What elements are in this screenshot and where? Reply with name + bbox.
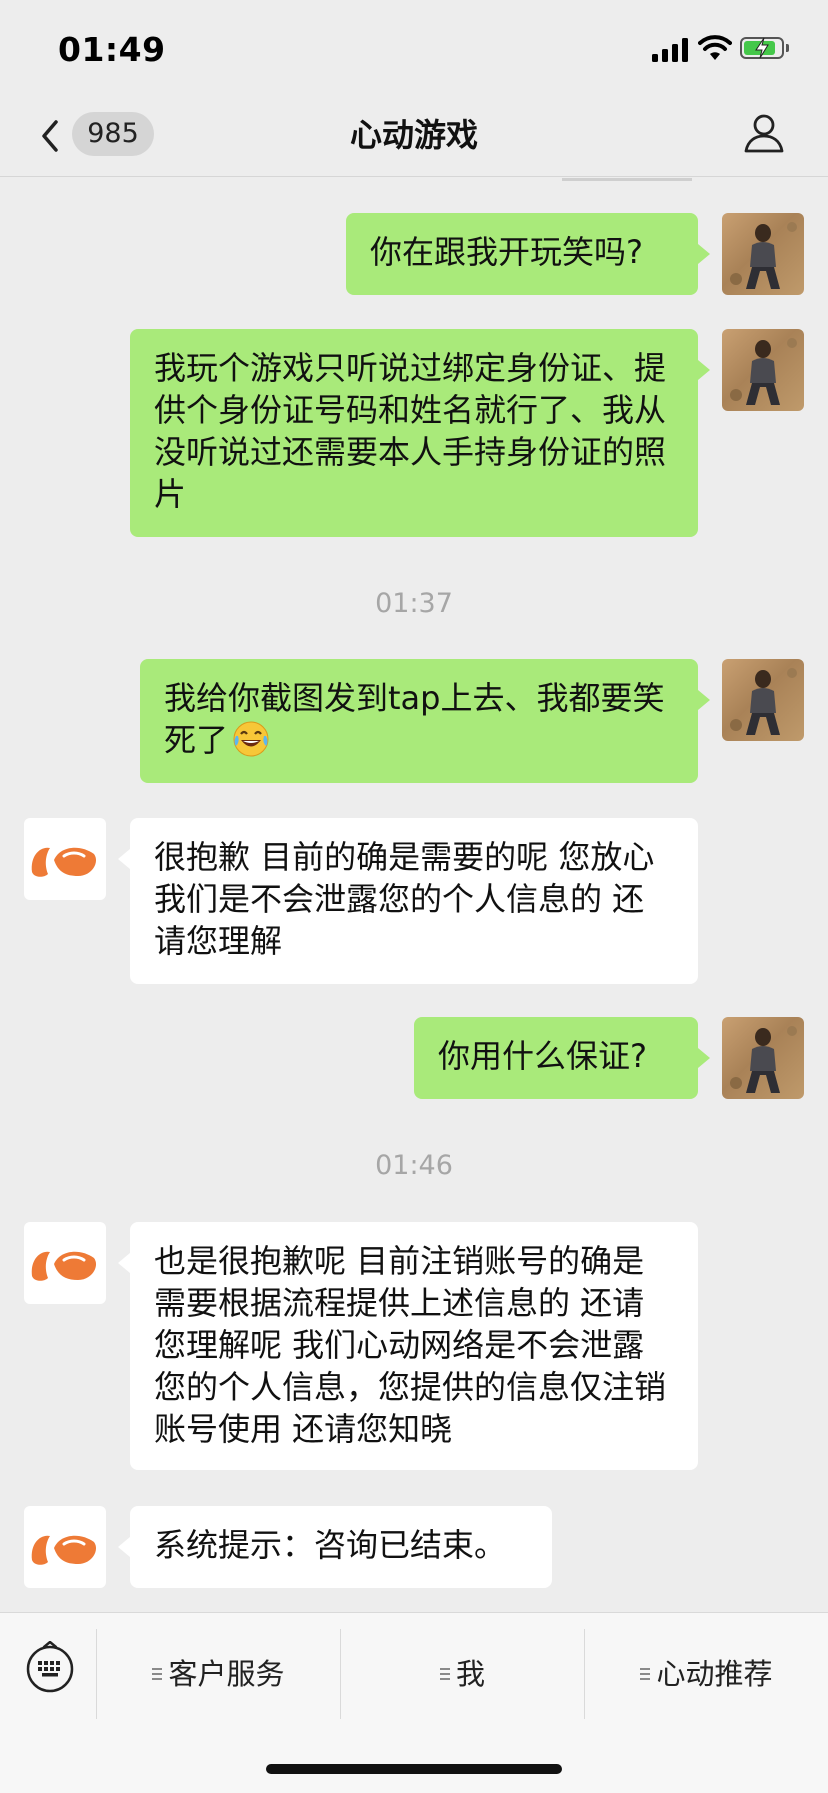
person-photo-icon	[730, 338, 797, 405]
person-photo-icon	[730, 222, 797, 289]
laughing-tears-emoji-icon	[233, 721, 269, 757]
submenu-lines-icon	[152, 1668, 163, 1682]
message-bubble-sent[interactable]: 我玩个游戏只听说过绑定身份证、提供个身份证号码和姓名就行了、我从没听说过还需要本…	[130, 329, 698, 537]
message-bubble-sent[interactable]: 你用什么保证?	[414, 1017, 698, 1099]
charging-bolt-icon	[755, 37, 769, 59]
clipped-content-edge	[562, 178, 692, 181]
message-bubble-received[interactable]: 很抱歉 目前的确是需要的呢 您放心我们是不会泄露您的个人信息的 还请您理解	[130, 818, 698, 984]
message-bubble-sent[interactable]: 我给你截图发到tap上去、我都要笑死了	[140, 659, 698, 783]
chat-timestamp: 01:46	[375, 1150, 453, 1181]
user-avatar[interactable]	[722, 659, 804, 741]
xd-logo-icon	[31, 847, 97, 877]
user-avatar[interactable]	[722, 329, 804, 411]
submenu-lines-icon	[439, 1668, 450, 1682]
home-indicator	[266, 1764, 562, 1774]
xd-brand-avatar[interactable]	[24, 818, 106, 900]
cellular-signal-icon	[652, 38, 688, 62]
person-photo-icon	[730, 668, 797, 735]
menu-me[interactable]: 我	[341, 1629, 584, 1719]
user-avatar[interactable]	[722, 1017, 804, 1099]
status-time: 01:49	[58, 30, 166, 69]
wifi-icon	[698, 35, 732, 60]
person-photo-icon	[730, 1026, 797, 1093]
xd-logo-icon	[31, 1251, 97, 1281]
user-avatar[interactable]	[722, 213, 804, 295]
nav-bar: 985 心动游戏	[0, 100, 828, 177]
message-bubble-received[interactable]: 也是很抱歉呢 目前注销账号的确是需要根据流程提供上述信息的 还请您理解呢 我们心…	[130, 1222, 698, 1470]
xd-brand-avatar[interactable]	[24, 1222, 106, 1304]
submenu-lines-icon	[640, 1668, 651, 1682]
profile-icon[interactable]	[742, 110, 786, 154]
xd-brand-avatar[interactable]	[24, 1506, 106, 1588]
chat-timestamp: 01:37	[375, 588, 453, 619]
menu-customer-service[interactable]: 客户服务	[97, 1629, 340, 1719]
keyboard-toggle-icon[interactable]	[24, 1641, 76, 1693]
status-bar: 01:49	[0, 0, 828, 100]
xd-logo-icon	[31, 1535, 97, 1565]
message-bubble-received[interactable]: 系统提示：咨询已结束。	[130, 1506, 552, 1588]
back-chevron-icon[interactable]	[36, 116, 64, 156]
unread-count-badge[interactable]: 985	[72, 112, 154, 156]
menu-xd-recommend[interactable]: 心动推荐	[585, 1629, 828, 1719]
message-bubble-sent[interactable]: 你在跟我开玩笑吗?	[346, 213, 698, 295]
